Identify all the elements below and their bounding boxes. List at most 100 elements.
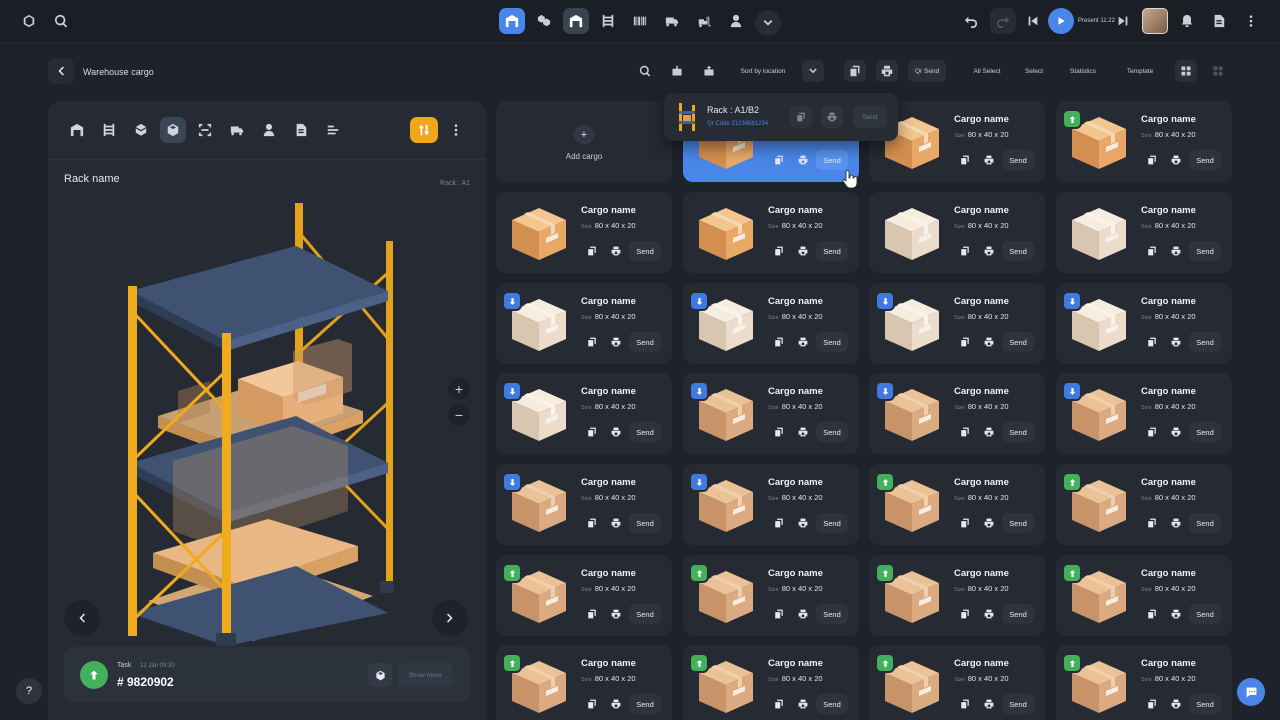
nav-cargo-icon[interactable]	[531, 8, 557, 34]
cargo-card[interactable]: Cargo name Size80 x 40 x 20 Send	[1056, 283, 1232, 364]
show-more-button[interactable]: Show more	[398, 663, 452, 687]
print-icon[interactable]	[793, 604, 813, 624]
copy-icon[interactable]	[769, 604, 789, 624]
sort-label[interactable]: Sort by location	[732, 60, 794, 82]
popup-print-button[interactable]	[821, 106, 843, 128]
back-button[interactable]	[48, 58, 74, 84]
print-icon[interactable]	[1166, 422, 1186, 442]
copy-icon[interactable]	[1142, 604, 1162, 624]
cargo-card[interactable]: Cargo name Size80 x 40 x 20 Send	[683, 555, 859, 636]
file-icon[interactable]	[288, 117, 314, 143]
cargo-card[interactable]: Cargo name Size80 x 40 x 20 Send	[683, 645, 859, 720]
cargo-card[interactable]: Cargo name Size80 x 40 x 20 Send	[1056, 101, 1232, 182]
search-icon[interactable]	[48, 8, 74, 34]
cargo-card[interactable]: Cargo name Size80 x 40 x 20 Send	[1056, 464, 1232, 545]
nav-truck-icon[interactable]	[659, 8, 685, 34]
cargo-card[interactable]: Cargo name Size80 x 40 x 20 Send	[1056, 192, 1232, 273]
print-icon[interactable]	[793, 150, 813, 170]
cargo-card[interactable]: Cargo name Size80 x 40 x 20 Send	[869, 373, 1045, 454]
send-button[interactable]: Send	[1189, 150, 1221, 170]
list-icon[interactable]	[320, 117, 346, 143]
rack-icon[interactable]	[96, 117, 122, 143]
send-button[interactable]: Send	[629, 241, 661, 261]
print-icon[interactable]	[606, 604, 626, 624]
send-button[interactable]: Send	[816, 604, 848, 624]
help-button[interactable]: ?	[16, 678, 42, 704]
print-icon[interactable]	[793, 241, 813, 261]
cargo-card[interactable]: Cargo name Size80 x 40 x 20 Send	[496, 192, 672, 273]
pallet-icon[interactable]	[128, 117, 154, 143]
send-button[interactable]: Send	[1189, 332, 1221, 352]
print-icon[interactable]	[1166, 241, 1186, 261]
cargo-card[interactable]: Cargo name Size80 x 40 x 20 Send	[683, 283, 859, 364]
nav-user-icon[interactable]	[723, 8, 749, 34]
copy-icon[interactable]	[955, 332, 975, 352]
play-icon[interactable]	[1048, 8, 1074, 34]
print-icon[interactable]	[793, 694, 813, 714]
send-button[interactable]: Send	[816, 694, 848, 714]
cargo-card[interactable]: Cargo name Size80 x 40 x 20 Send	[1056, 555, 1232, 636]
kebab-menu-icon[interactable]	[1238, 8, 1264, 34]
add-cargo-card[interactable]: + Add cargo	[496, 101, 672, 182]
send-button[interactable]: Send	[1002, 604, 1034, 624]
copy-icon[interactable]	[1142, 241, 1162, 261]
print-icon[interactable]	[1166, 604, 1186, 624]
cargo-card[interactable]: Cargo name Size80 x 40 x 20 Send	[496, 555, 672, 636]
send-button[interactable]: Send	[816, 422, 848, 442]
cargo-card[interactable]: Cargo name Size80 x 40 x 20 Send	[869, 192, 1045, 273]
next-rack-button[interactable]	[432, 600, 468, 636]
copy-icon[interactable]	[769, 332, 789, 352]
template-button[interactable]: Template	[1116, 60, 1164, 82]
copy-icon[interactable]	[1142, 513, 1162, 533]
cargo-card[interactable]: Cargo name Size80 x 40 x 20 Send	[496, 645, 672, 720]
print-icon[interactable]	[606, 513, 626, 533]
send-button[interactable]: Send	[1189, 604, 1221, 624]
send-button[interactable]: Send	[1002, 241, 1034, 261]
bell-icon[interactable]	[1174, 8, 1200, 34]
send-button[interactable]: Send	[816, 241, 848, 261]
zoom-out-button[interactable]: −	[448, 404, 470, 426]
zoom-in-button[interactable]: +	[448, 378, 470, 400]
scan-icon[interactable]	[192, 117, 218, 143]
person-icon[interactable]	[256, 117, 282, 143]
search-button[interactable]	[634, 60, 656, 82]
copy-icon[interactable]	[955, 604, 975, 624]
print-icon[interactable]	[979, 422, 999, 442]
sort-dropdown[interactable]	[802, 60, 824, 82]
send-button[interactable]: Send	[1002, 513, 1034, 533]
print-icon[interactable]	[606, 422, 626, 442]
cargo-card[interactable]: Cargo name Size80 x 40 x 20 Send	[869, 645, 1045, 720]
send-button[interactable]: Send	[629, 513, 661, 533]
send-button[interactable]: Send	[816, 150, 848, 170]
copy-icon[interactable]	[769, 422, 789, 442]
skip-forward-icon[interactable]	[1114, 8, 1132, 34]
prev-rack-button[interactable]	[64, 600, 100, 636]
cargo-card[interactable]: Cargo name Size80 x 40 x 20 Send	[1056, 645, 1232, 720]
nav-barcode-icon[interactable]	[627, 8, 653, 34]
print-icon[interactable]	[979, 604, 999, 624]
copy-icon[interactable]	[582, 513, 602, 533]
print-icon[interactable]	[1166, 332, 1186, 352]
task-card[interactable]: Task 12 Jan 09:30 # 9820902 Show more	[64, 647, 470, 703]
print-icon[interactable]	[1166, 513, 1186, 533]
nav-warehouse-icon[interactable]	[499, 8, 525, 34]
cargo-card[interactable]: Cargo name Size80 x 40 x 20 Send	[869, 283, 1045, 364]
present-control[interactable]: Present 11:22	[1048, 8, 1115, 34]
copy-icon[interactable]	[1142, 422, 1162, 442]
send-button[interactable]: Send	[1189, 241, 1221, 261]
print-icon[interactable]	[606, 332, 626, 352]
cargo-card[interactable]: Cargo name Size80 x 40 x 20 Send	[869, 555, 1045, 636]
print-icon[interactable]	[979, 241, 999, 261]
redo-icon[interactable]	[990, 8, 1016, 34]
copy-icon[interactable]	[1142, 694, 1162, 714]
send-button[interactable]: Send	[1189, 694, 1221, 714]
box-icon[interactable]	[160, 117, 186, 143]
send-button[interactable]: Send	[1002, 150, 1034, 170]
send-button[interactable]: Send	[629, 422, 661, 442]
cargo-card[interactable]: Cargo name Size80 x 40 x 20 Send	[869, 464, 1045, 545]
statistics-button[interactable]: Statistics	[1060, 60, 1106, 82]
nav-rack-icon[interactable]	[595, 8, 621, 34]
copy-icon[interactable]	[769, 513, 789, 533]
send-button[interactable]: Send	[629, 332, 661, 352]
list-view-button[interactable]	[1207, 60, 1229, 82]
